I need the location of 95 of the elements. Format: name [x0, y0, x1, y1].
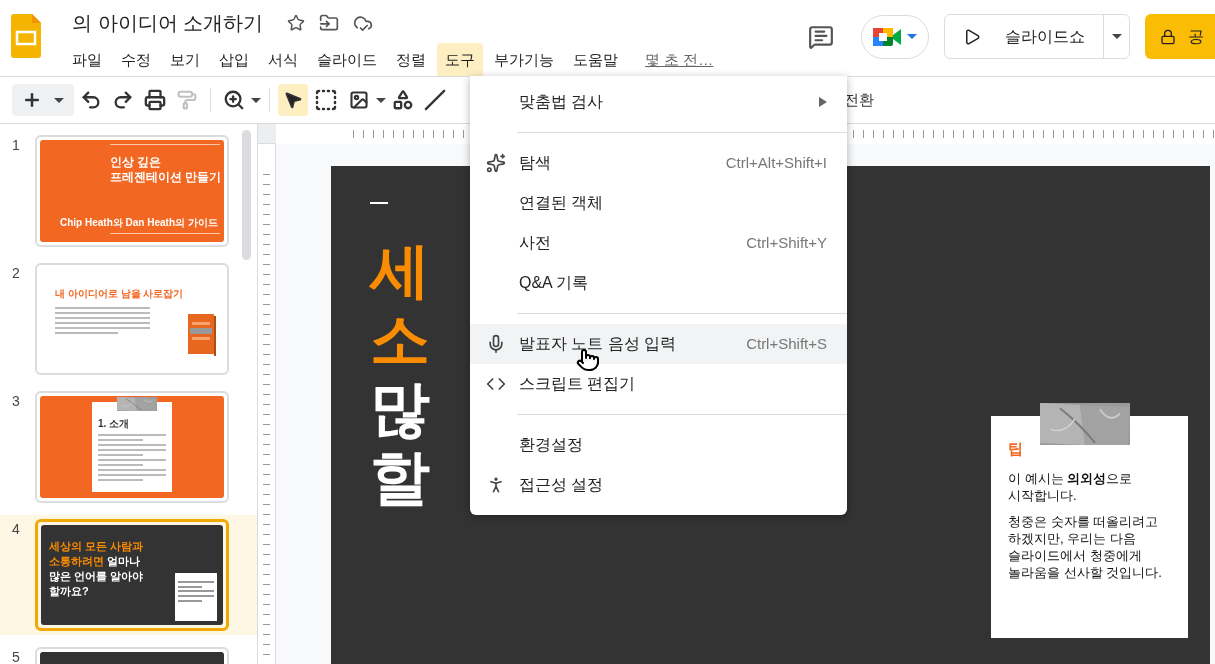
- shortcut-text: Ctrl+Shift+Y: [746, 232, 827, 253]
- slide-thumbnail[interactable]: 세상의 모든 사람과 소통하려면 얼마나 많은 언어를 알아야 할까요?: [35, 519, 229, 631]
- print-icon: [144, 89, 166, 111]
- select-tool-button[interactable]: [278, 84, 308, 116]
- slide-number: 3: [12, 392, 21, 411]
- menu-item-label: 스크립트 편집기: [519, 374, 636, 394]
- slide-headline: 많: [370, 374, 430, 443]
- thumbnail-title: 소통하려면 얼마나: [49, 554, 142, 569]
- text-lines-drawing: [178, 590, 214, 602]
- thumbnail-title: 할까요?: [49, 584, 90, 599]
- undo-icon: [80, 89, 102, 111]
- tip-heading: 팁: [1008, 439, 1024, 459]
- cloud-check-icon[interactable]: [353, 13, 374, 33]
- text-box-icon: [314, 88, 338, 112]
- menu-bar-item[interactable]: 파일: [64, 43, 110, 77]
- menu-item-label: 맞춤법 검사: [519, 92, 604, 112]
- menu-item[interactable]: Q&A 기록: [470, 263, 847, 303]
- menu-bar-item[interactable]: 서식: [260, 43, 306, 77]
- lock-icon: [1160, 28, 1176, 45]
- slide-number: 1: [12, 136, 21, 155]
- menu-item[interactable]: 사전 Ctrl+Shift+Y: [470, 223, 847, 263]
- menu-item-label: 발표자 노트 음성 입력: [519, 334, 677, 354]
- microphone-icon: [486, 334, 506, 354]
- menu-item-label: Q&A 기록: [519, 273, 589, 293]
- plus-icon: [22, 90, 42, 110]
- caret-icon: [907, 34, 917, 39]
- slides-logo-icon: [11, 14, 41, 58]
- menu-item-label: 접근성 설정: [519, 475, 604, 495]
- menu-bar-item[interactable]: 삽입: [211, 43, 257, 77]
- menu-item-label: 환경설정: [519, 435, 583, 455]
- caret-icon: [54, 97, 64, 103]
- transition-button[interactable]: 전환: [844, 88, 874, 112]
- shortcut-text: Ctrl+Alt+Shift+I: [725, 152, 827, 173]
- slide-number: 2: [12, 264, 21, 283]
- image-icon: [349, 90, 369, 110]
- thumbnail-title: 내 아이디어로 남을 사로잡기: [55, 287, 184, 301]
- pointer-icon: [283, 90, 303, 110]
- thumbnail-title: 세상의 모든 사람과: [49, 539, 144, 554]
- thumbnail-title: 프레젠테이션 만들기: [110, 170, 220, 185]
- menu-bar-item[interactable]: 정렬: [388, 43, 434, 77]
- text-lines-drawing: [178, 581, 214, 588]
- shortcut-text: Ctrl+Shift+S: [746, 333, 827, 354]
- ruler-corner: [258, 124, 276, 143]
- caret-icon: [376, 97, 386, 103]
- submenu-arrow-icon: [819, 97, 827, 107]
- star-icon[interactable]: [287, 14, 306, 32]
- text-lines-drawing: [98, 434, 166, 441]
- document-title[interactable]: 의 아이디어 소개하기: [72, 8, 264, 38]
- paint-roller-icon: [177, 90, 197, 110]
- comment-icon[interactable]: [808, 23, 834, 50]
- text-lines-drawing: [98, 444, 166, 456]
- redo-icon: [112, 89, 134, 111]
- menu-item[interactable]: 환경설정: [470, 425, 847, 465]
- slide-thumbnail[interactable]: 1. 소개: [35, 391, 229, 503]
- move-folder-icon[interactable]: [319, 13, 340, 33]
- caret-icon: [1111, 34, 1122, 39]
- menu-item[interactable]: 접근성 설정: [470, 465, 847, 505]
- thumbnail-title: 많은 언어를 알아야: [49, 569, 144, 584]
- menu-bar-item[interactable]: 수정: [113, 43, 159, 77]
- caret-icon: [251, 97, 261, 103]
- scrollbar[interactable]: [242, 130, 251, 260]
- menu-bar-item[interactable]: 부가기능: [486, 43, 562, 77]
- menu-item[interactable]: 맞춤법 검사: [470, 82, 847, 122]
- new-slide-button[interactable]: [12, 84, 74, 116]
- menu-bar-item[interactable]: 보기: [162, 43, 208, 77]
- menu-item-label: 연결된 객체: [519, 193, 604, 213]
- zoom-icon: [223, 89, 245, 111]
- shapes-icon: [392, 89, 414, 111]
- last-edit-link[interactable]: 몇 초 전…: [645, 48, 714, 72]
- text-lines-drawing: [98, 469, 166, 481]
- slide-headline: 소: [370, 305, 430, 374]
- tip-paragraph: 이 예시는 의외성으로 시작합니다.: [1008, 469, 1134, 504]
- menu-item[interactable]: 탐색 Ctrl+Alt+Shift+I: [470, 143, 847, 183]
- menu-item[interactable]: 스크립트 편집기: [470, 364, 847, 404]
- explore-icon: [486, 153, 506, 173]
- menu-item[interactable]: 연결된 객체: [470, 183, 847, 223]
- thumbnail-title: 1. 소개: [98, 417, 130, 431]
- slide-number: 4: [12, 520, 21, 539]
- thumbnail-subtitle: Chip Heath와 Dan Heath의 가이드: [60, 216, 218, 230]
- slide-headline: 할: [370, 443, 430, 512]
- menu-item-label: 탐색: [519, 153, 551, 173]
- menu-bar-item[interactable]: 도움말: [565, 43, 626, 77]
- share-button[interactable]: 공: [1145, 14, 1215, 59]
- menu-item-label: 사전: [519, 233, 551, 253]
- hand-cursor-icon: [576, 348, 600, 372]
- menu-bar-item[interactable]: 도구: [437, 43, 483, 77]
- thumbnail-title: 인상 깊은: [110, 155, 163, 170]
- slide-number: 5: [12, 648, 21, 664]
- slide-headline: 세: [370, 236, 430, 305]
- menu-item[interactable]: 발표자 노트 음성 입력 Ctrl+Shift+S: [470, 324, 847, 364]
- play-icon: [963, 27, 981, 46]
- line-icon: [424, 89, 446, 111]
- menu-bar-item[interactable]: 슬라이드: [309, 43, 385, 77]
- text-lines-drawing: [98, 459, 166, 466]
- tip-paragraph: 청중은 숫자를 떠올리려고 하겠지만, 우리는 다음 슬라이드에서 청중에게 놀라움을 선사할 것입니다.: [1008, 512, 1163, 581]
